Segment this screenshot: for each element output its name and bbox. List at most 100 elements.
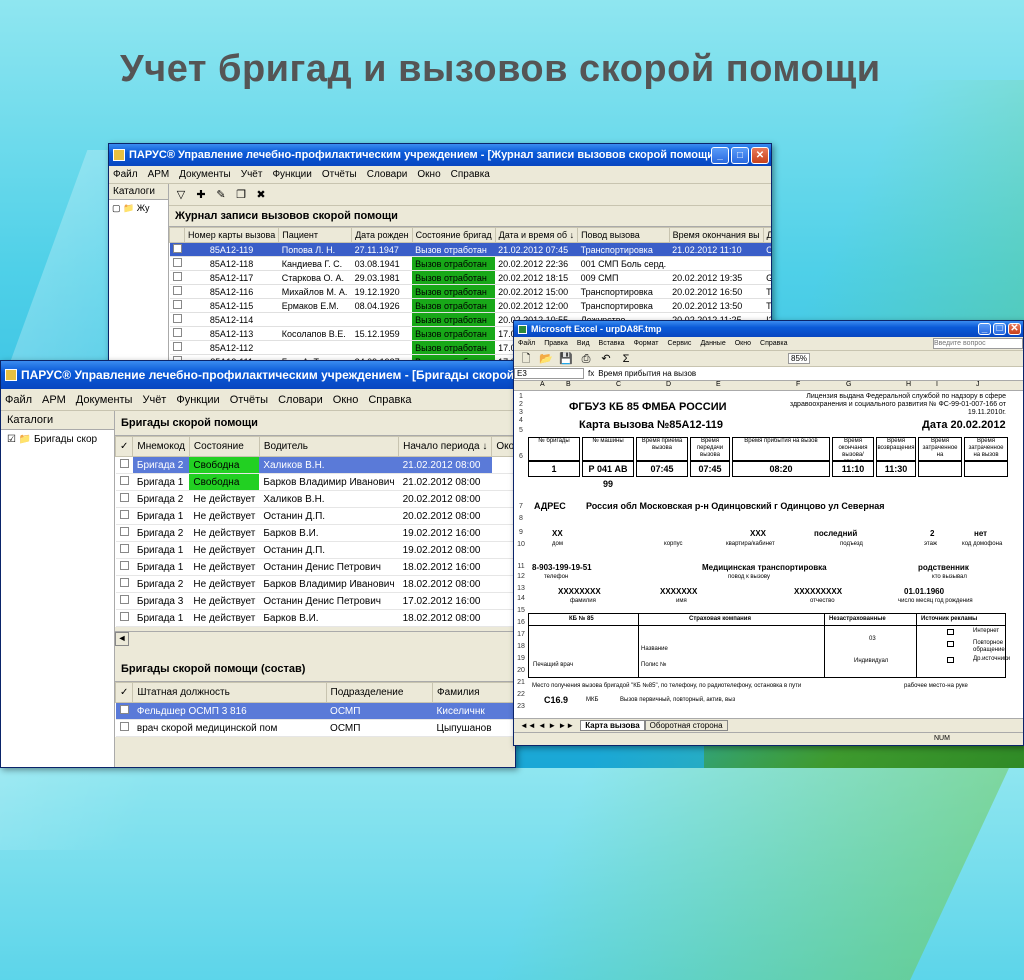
table-row[interactable]: Бригада 1 Не действует Останин Д.П. 19.02.2… (115, 541, 515, 559)
column-letter[interactable]: D (666, 381, 671, 388)
zoom-select[interactable]: 85% (788, 353, 811, 364)
row-number[interactable]: 19 (514, 655, 528, 662)
source-checkbox[interactable] (947, 629, 954, 635)
row-number[interactable]: 14 (514, 595, 528, 602)
column-letter[interactable]: E (716, 381, 721, 388)
column-header[interactable]: Диагноз (762, 227, 771, 243)
row-number[interactable]: 9 (514, 529, 528, 536)
column-header[interactable]: Пациент (278, 227, 353, 243)
minimize-button[interactable]: _ (978, 323, 991, 335)
row-checkbox[interactable] (169, 326, 185, 341)
table-row[interactable]: Бригада 1 Не действует Барков В.И. 18.02.20… (115, 609, 515, 627)
row-checkbox[interactable] (115, 541, 133, 559)
checkbox[interactable] (119, 493, 129, 502)
print-icon[interactable]: ⎙ (578, 351, 594, 367)
column-header[interactable]: Подразделение (325, 682, 434, 703)
column-header[interactable]: Мнемокод (132, 436, 190, 457)
row-number[interactable]: 5 (514, 427, 528, 434)
menu-item[interactable]: Данные (700, 340, 725, 347)
column-letter[interactable]: I (936, 381, 938, 388)
checkbox[interactable] (172, 258, 182, 267)
column-letter[interactable]: G (846, 381, 851, 388)
tab-call-card[interactable]: Карта вызова (580, 720, 645, 731)
excel-titlebar[interactable]: Microsoft Excel - urpDA8F.tmp _ □ ✕ (514, 321, 1023, 337)
open-icon[interactable]: 📂 (538, 351, 554, 367)
row-checkbox[interactable] (169, 270, 185, 285)
table-row[interactable]: 85А12-117 Старкова О. А. 29.03.1981 Вызов о… (169, 270, 771, 285)
checkbox-header[interactable] (169, 227, 185, 243)
column-header[interactable]: Начало периода ↓ (398, 436, 493, 457)
menu-item[interactable]: Вид (577, 340, 590, 347)
row-number[interactable]: 23 (514, 703, 528, 710)
delete-icon[interactable]: ✖ (253, 187, 269, 203)
new-icon[interactable]: 🗋 (518, 351, 534, 367)
row-number[interactable]: 4 (514, 417, 528, 424)
filter-icon[interactable]: ▽ (173, 187, 189, 203)
column-header[interactable]: Фамилия (432, 682, 515, 703)
row-checkbox[interactable] (115, 719, 133, 737)
column-header[interactable]: Штатная должность (132, 682, 327, 703)
menu-item[interactable]: Файл (518, 340, 535, 347)
table-row[interactable]: 85А12-119 Попова Л. Н. 27.11.1947 Вызов отр… (169, 242, 771, 257)
menu-item[interactable]: Отчёты (322, 169, 357, 180)
row-number[interactable]: 11 (514, 563, 528, 570)
table-row[interactable]: Бригада 3 Не действует Останин Денис Петро… (115, 592, 515, 610)
row-number[interactable]: 16 (514, 619, 528, 626)
row-checkbox[interactable] (115, 702, 133, 720)
table-row[interactable]: Фельдшер ОСМП 3 816 ОСМП Киселичнк (115, 702, 515, 720)
menu-item[interactable]: АРМ (148, 169, 170, 180)
column-header[interactable]: Состояние бригад (411, 227, 496, 243)
column-header[interactable]: Номер карты вызова (183, 227, 280, 243)
column-letter[interactable]: H (906, 381, 911, 388)
row-checkbox[interactable] (169, 340, 185, 355)
table-row[interactable]: Бригада 1 Не действует Останин Д.П. 20.02.2… (115, 507, 515, 525)
row-checkbox[interactable] (115, 524, 133, 542)
spreadsheet[interactable]: 1 2 3 4 5 6 7 8 9 10 11 12 13 14 15 16 17 18 19 20 21 22 23 ФГ… (514, 393, 1023, 718)
checkbox[interactable] (172, 300, 182, 309)
add-icon[interactable]: ✚ (193, 187, 209, 203)
row-checkbox[interactable] (169, 284, 185, 299)
checkbox[interactable] (119, 476, 129, 485)
menu-item[interactable]: Справка (451, 169, 490, 180)
source-checkbox[interactable] (947, 657, 954, 663)
checkbox-header[interactable]: ✓ (115, 436, 134, 457)
menu-item[interactable]: Сервис (667, 340, 691, 347)
tab-scroll-icon[interactable]: ◄◄ ◄ ► ►► (520, 721, 574, 730)
row-checkbox[interactable] (169, 256, 185, 271)
table-row[interactable]: 85А12-116 Михайлов М. А. 19.12.1920 Вызов о… (169, 284, 771, 299)
checkbox[interactable] (119, 722, 129, 731)
close-button[interactable]: ✕ (751, 146, 769, 164)
checkbox[interactable] (119, 527, 129, 536)
menu-item[interactable]: Окно (417, 169, 440, 180)
table-row[interactable]: Бригада 2 Не действует Барков В.И. 19.02.20… (115, 524, 515, 542)
row-checkbox[interactable] (115, 473, 133, 491)
checkbox[interactable] (119, 510, 129, 519)
minimize-button[interactable]: _ (711, 146, 729, 164)
row-number[interactable]: 21 (514, 679, 528, 686)
row-number[interactable]: 7 (514, 503, 528, 510)
sum-icon[interactable]: Σ (618, 351, 634, 367)
table-row[interactable]: Бригада 1 Не действует Останин Денис Петро… (115, 558, 515, 576)
column-header[interactable]: Состояние (188, 436, 260, 457)
row-number[interactable]: 13 (514, 585, 528, 592)
menu-item[interactable]: Правка (544, 340, 568, 347)
menu-item[interactable]: Отчёты (230, 394, 268, 406)
row-checkbox[interactable] (115, 592, 133, 610)
help-input[interactable] (933, 338, 1023, 349)
checkbox[interactable] (119, 612, 129, 621)
column-header[interactable]: Водитель (258, 436, 400, 457)
table-row[interactable]: Бригада 2 Не действует Барков Владимир Ива… (115, 575, 515, 593)
checkbox[interactable] (172, 342, 182, 351)
row-number[interactable]: 22 (514, 691, 528, 698)
row-checkbox[interactable] (115, 575, 133, 593)
menu-item[interactable]: Вставка (599, 340, 625, 347)
menu-item[interactable]: Документы (179, 169, 231, 180)
row-number[interactable]: 17 (514, 631, 528, 638)
copy-icon[interactable]: ❐ (233, 187, 249, 203)
row-number[interactable]: 10 (514, 541, 528, 548)
tab-back-side[interactable]: Оборотная сторона (644, 720, 728, 731)
row-checkbox[interactable] (115, 456, 133, 474)
checkbox[interactable] (119, 595, 129, 604)
column-header[interactable]: Время окончания вы (668, 227, 764, 243)
edit-icon[interactable]: ✎ (213, 187, 229, 203)
